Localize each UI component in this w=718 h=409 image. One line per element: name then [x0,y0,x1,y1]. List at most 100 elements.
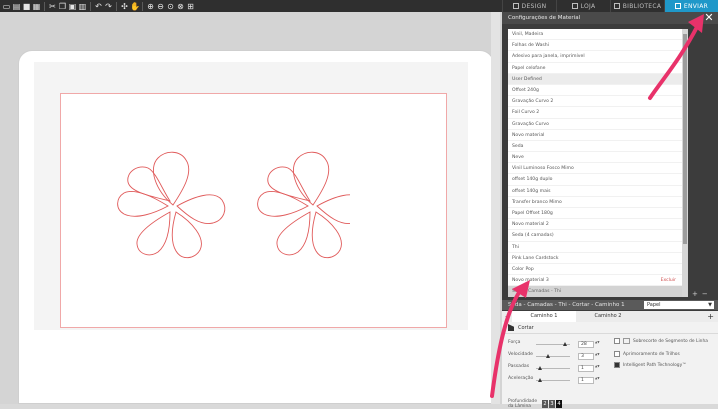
material-item[interactable]: Pink Lane Cardstock [508,253,682,264]
delete-material-link[interactable]: Excluir [661,275,676,286]
material-item[interactable]: Color Pop [508,264,682,276]
tab-library[interactable]: BIBLIOTECA [610,0,664,12]
tab-design[interactable]: DESIGN [502,0,556,12]
select-icon[interactable]: ✣ [120,2,129,11]
material-item[interactable]: Vinil Luminoso Fosco Mimo [508,163,682,175]
blade-icon [508,324,514,331]
tab-label: BIBLIOTECA [622,2,662,10]
material-item[interactable]: Thi [508,242,682,253]
tab-store[interactable]: LOJA [556,0,610,12]
material-item[interactable]: Novo material 2 [508,219,682,231]
material-item[interactable]: Papel Offset 180g [508,208,682,220]
flower-shape-2[interactable] [257,151,350,259]
blade-depth-value[interactable]: 2 [542,400,548,408]
overcut-icon [623,338,630,344]
slider-knob[interactable] [537,378,542,382]
paste-icon[interactable]: ▣ [68,2,77,11]
fill-page-icon[interactable]: ⊞ [186,2,195,11]
material-item[interactable]: Seda (4 camadas) [508,230,682,242]
field-slider[interactable] [536,342,570,346]
tab-path-2[interactable]: Caminho 2 [576,311,640,322]
add-material-button[interactable]: + [692,290,698,298]
undo-icon[interactable]: ↶ [94,2,103,11]
material-item[interactable]: offset 140g duplo [508,174,682,186]
zoom-in-icon[interactable]: ⊕ [146,2,155,11]
field-value-input[interactable]: 28 [578,341,594,348]
intelligent-path-checkbox[interactable] [614,362,620,368]
material-list-scroll-thumb[interactable] [683,34,687,244]
stepper-icon[interactable]: ▲▼ [595,352,600,360]
stepper-icon[interactable]: ▲▼ [595,340,600,348]
material-item[interactable]: offset 140g mais [508,186,682,197]
pan-icon[interactable]: ✋ [130,2,140,11]
flower-shape-1[interactable] [117,151,226,259]
chevron-left-icon[interactable]: ◀ [502,314,512,320]
material-item[interactable]: Papel celofane [508,63,682,74]
material-item[interactable]: Offset 240g [508,85,682,97]
close-icon[interactable]: ✕ [703,12,715,24]
new-icon[interactable]: ▭ [2,2,11,11]
material-item[interactable]: Transfer branco Mimo [508,197,682,208]
material-item-label: Seda [512,143,524,149]
material-list-buttons: + − [692,290,708,298]
tab-label: DESIGN [521,2,547,10]
stepper-icon[interactable]: ▲▼ [595,376,600,384]
option-intelligent-path[interactable]: Intelligent Path Technology™ [614,362,687,368]
material-item-label: Transfer branco Mimo [512,199,562,205]
blade-depth-value[interactable]: 4 [556,400,562,408]
option-track-enhancing[interactable]: Aprimoramento de Trilhos [614,351,680,357]
field-label: Força [508,340,521,345]
option-line-overcut[interactable]: Sobrecorte de Segmento de Linha [614,338,708,344]
open-icon[interactable]: ▤ [12,2,21,11]
zoom-out-icon[interactable]: ⊖ [156,2,165,11]
design-canvas[interactable] [0,12,502,404]
field-slider[interactable] [536,354,570,358]
field-slider[interactable] [536,378,570,382]
zoom-selection-icon[interactable]: ⊙ [166,2,175,11]
zoom-fit-icon[interactable]: ⊗ [176,2,185,11]
material-item[interactable]: Seda [508,141,682,153]
panel-title-bar: Configurações de Material ✕ [502,12,718,24]
material-item[interactable]: Novo material [508,130,682,141]
cut-icon[interactable]: ✂ [48,2,57,11]
slider-knob[interactable] [545,354,550,358]
material-item[interactable]: Novo material 3 Excluir [508,275,682,287]
material-item[interactable]: Neve [508,152,682,164]
field-slider[interactable] [536,366,570,370]
add-path-button[interactable]: + [707,311,714,322]
field-value-input[interactable]: 3 [578,353,594,360]
material-item[interactable]: User Defined [508,73,682,85]
paper-select[interactable]: Papel ▼ [644,301,714,309]
track-enhancing-checkbox[interactable] [614,351,620,357]
slider-knob[interactable] [537,366,542,370]
material-item[interactable]: Foil Curvo 2 [508,107,682,119]
material-item-label: Offset 240g [512,87,539,93]
print-icon[interactable]: ▦ [32,2,41,11]
remove-material-button[interactable]: − [702,290,708,298]
save-icon[interactable]: ■ [22,2,31,11]
cut-section: Cortar Força 28 ▲▼ Velocidade 3 ▲▼ Passadas 1 ▲▼… [502,322,718,409]
stepper-icon[interactable]: ▲▼ [595,364,600,372]
blade-depth-label: Profundidade da Lâmina [508,399,538,409]
tab-path-1[interactable]: Caminho 1 [512,311,576,322]
cut-settings-header: Seda - Camadas - Thi - Cortar - Caminho … [502,300,718,310]
redo-icon[interactable]: ↷ [104,2,113,11]
field-value-input[interactable]: 1 [578,377,594,384]
material-item[interactable]: Gravação Curvo 2 [508,96,682,108]
material-item[interactable]: Gravação Curvo [508,119,682,130]
material-item-label: Pink Lane Cardstock [512,255,559,261]
line-overcut-checkbox[interactable] [614,338,620,344]
field-value-input[interactable]: 1 [578,365,594,372]
material-item[interactable]: Adesivo para janela, imprimível [508,51,682,63]
canvas-scrollbar[interactable] [491,12,500,404]
material-item[interactable]: Folhas de Washi [508,40,682,52]
material-list[interactable]: Vinil, Madeira Folhas de Washi Adesivo par… [508,29,682,297]
copy-icon[interactable]: ❐ [58,2,67,11]
material-item[interactable]: Seda - Camadas - Thi [508,286,682,297]
delete-icon[interactable]: ▥ [78,2,87,11]
slider-knob[interactable] [563,342,568,346]
blade-depth-selector[interactable]: 234 [542,400,562,408]
material-item[interactable]: Vinil, Madeira [508,29,682,41]
blade-depth-value[interactable]: 3 [549,400,555,408]
flower-shapes[interactable] [110,138,350,278]
